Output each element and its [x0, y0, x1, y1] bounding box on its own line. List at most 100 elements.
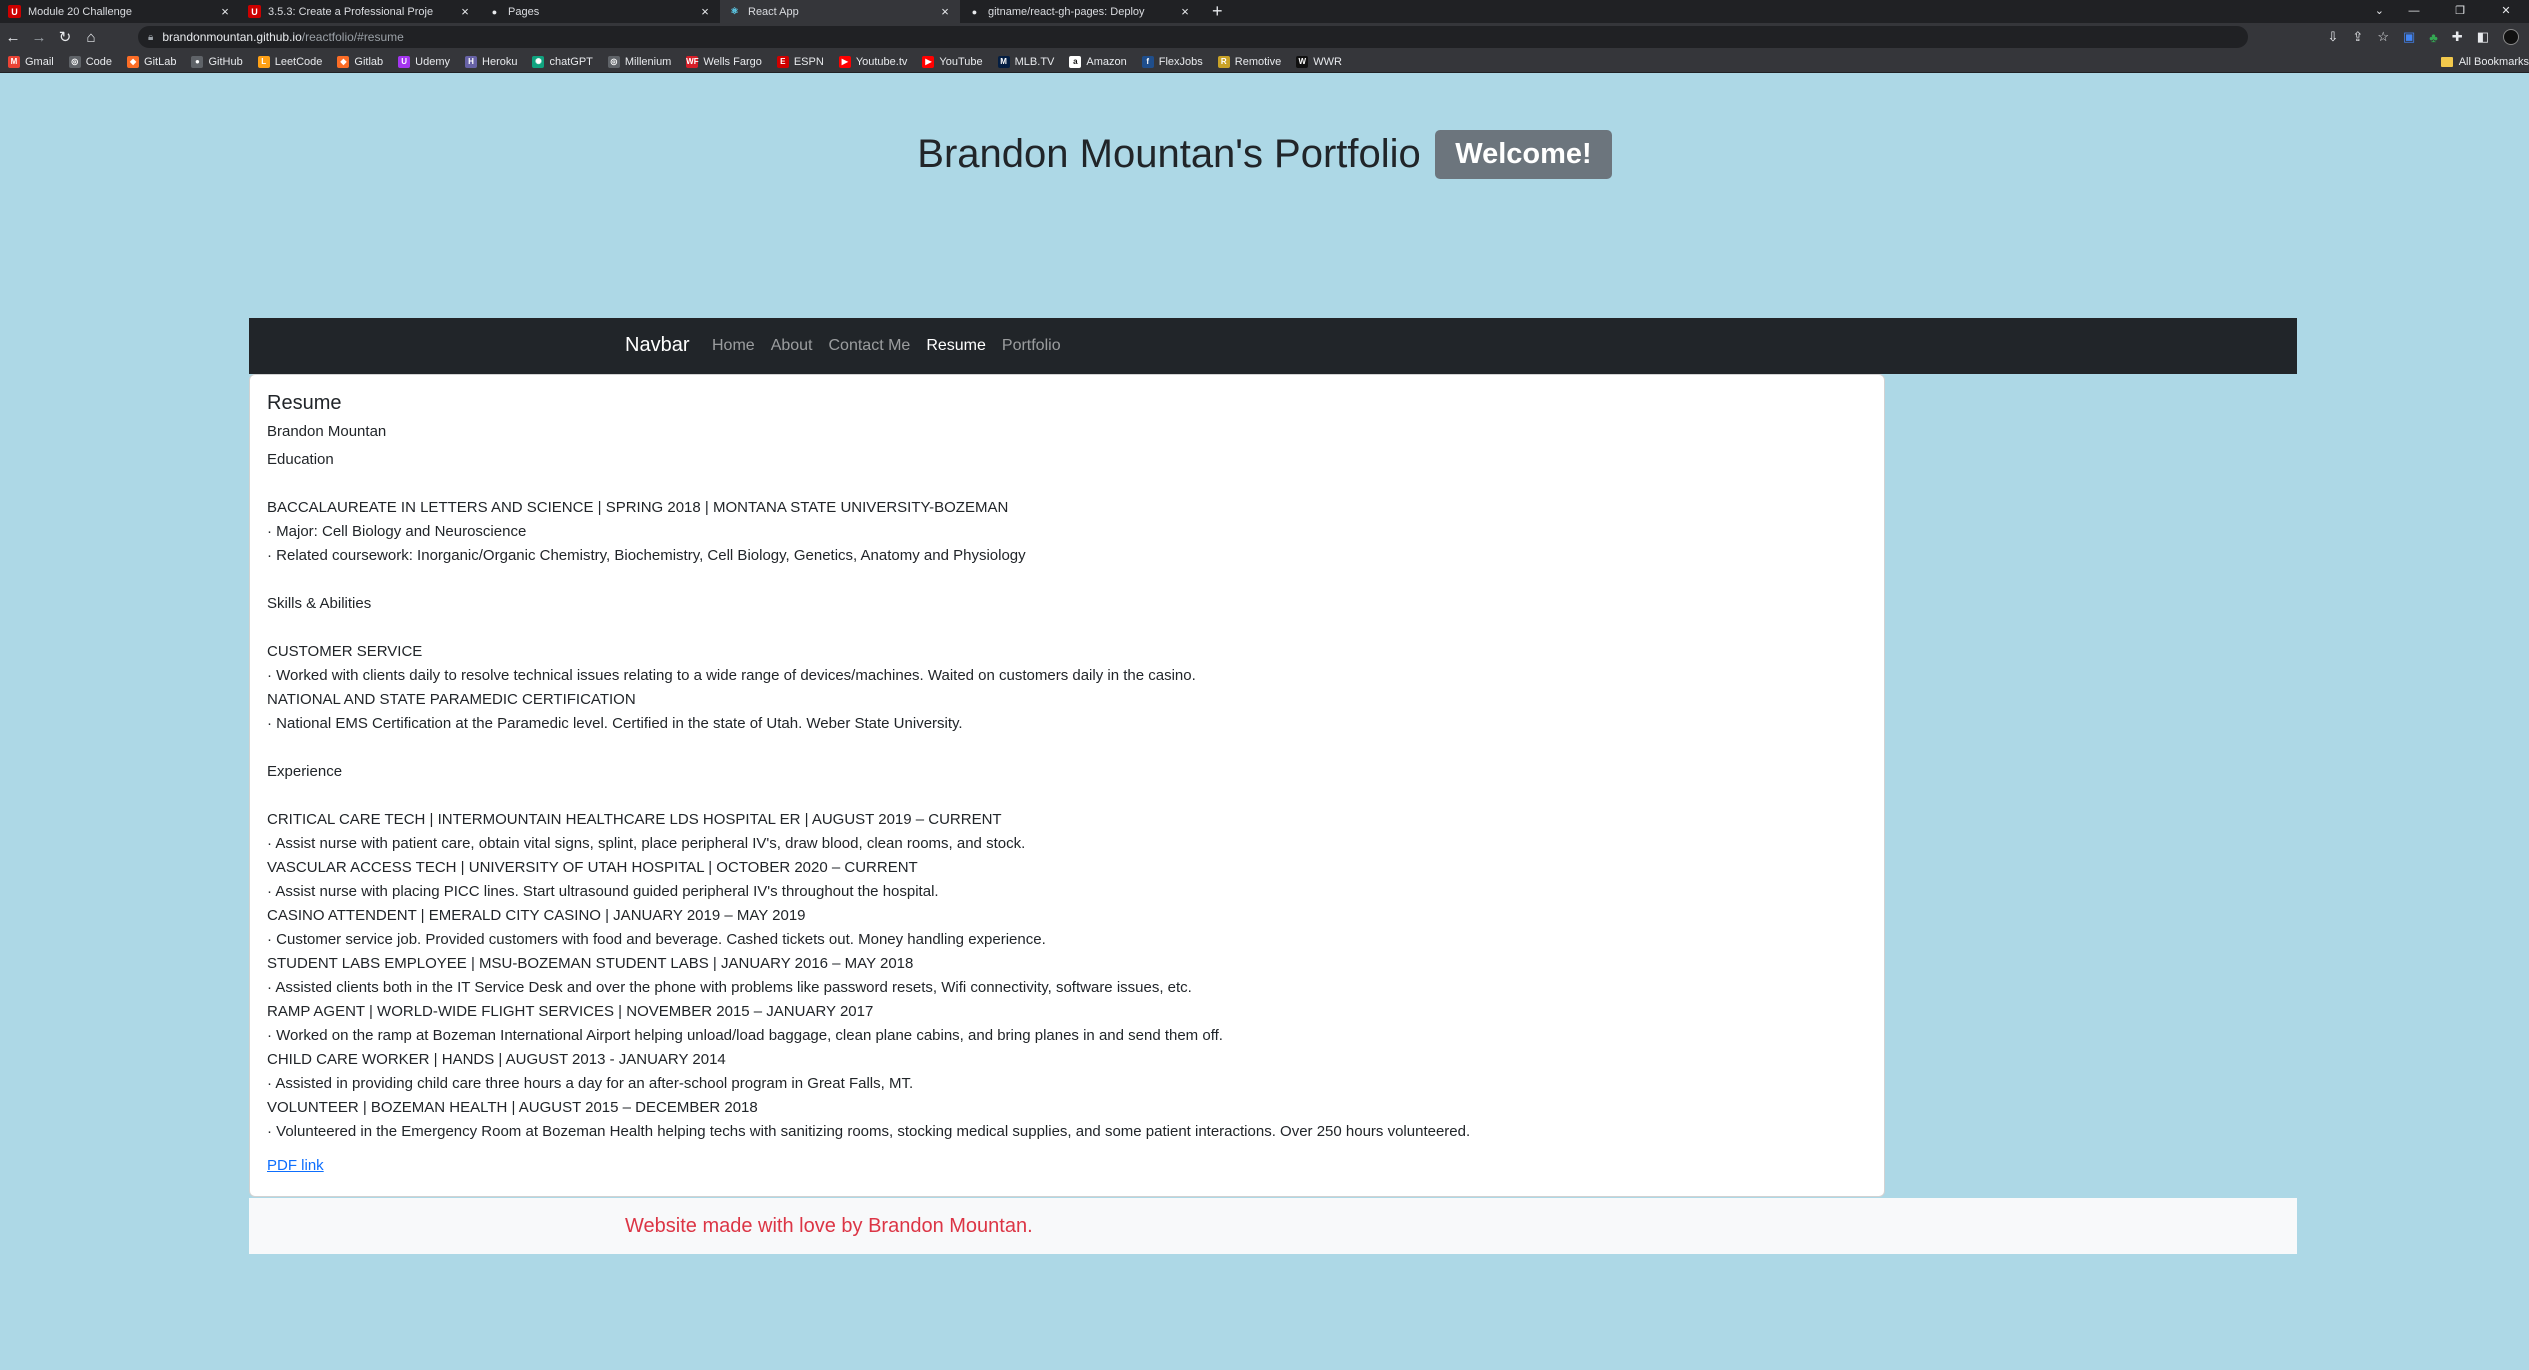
resume-line: CUSTOMER SERVICE	[267, 643, 423, 660]
bookmark-item[interactable]: WF Wells Fargo	[686, 55, 762, 68]
bookmark-item[interactable]: ▶ YouTube	[922, 55, 983, 68]
bookmark-favicon-icon: ✺	[532, 55, 545, 68]
tree-extension-icon[interactable]: ♣	[2429, 30, 2438, 45]
resume-line: VOLUNTEER | BOZEMAN HEALTH | AUGUST 2015…	[267, 1099, 758, 1116]
resume-body: Education BACCALAUREATE IN LETTERS AND SC…	[267, 448, 1867, 1144]
forward-icon[interactable]: →	[26, 29, 52, 46]
resume-line: · Assist nurse with placing PICC lines. …	[267, 883, 939, 900]
bookmark-item[interactable]: f FlexJobs	[1141, 55, 1203, 68]
extension-icon[interactable]: ▣	[2403, 29, 2415, 45]
bookmark-item[interactable]: W WWR	[1296, 55, 1342, 68]
resume-line: CASINO ATTENDENT | EMERALD CITY CASINO |…	[267, 907, 806, 924]
bookmark-favicon-icon: f	[1141, 55, 1154, 68]
bookmark-item[interactable]: ◎ Millenium	[607, 55, 671, 68]
bookmark-favicon-icon: ▶	[922, 55, 935, 68]
resume-line: Education	[267, 451, 334, 468]
bookmark-favicon-icon: ◆	[337, 55, 350, 68]
install-icon[interactable]: ⇩	[2328, 29, 2339, 45]
nav-link-resume[interactable]: Resume	[926, 337, 986, 355]
bookmark-item[interactable]: M Gmail	[8, 55, 54, 68]
tab-close-icon[interactable]: ×	[458, 4, 472, 19]
resume-line: · Worked with clients daily to resolve t…	[267, 667, 1196, 684]
bookmark-label: Wells Fargo	[703, 55, 762, 68]
browser-tab[interactable]: U 3.5.3: Create a Professional Proje ×	[240, 0, 480, 23]
share-icon[interactable]: ⇪	[2352, 29, 2363, 45]
bookmark-favicon-icon: H	[465, 55, 478, 68]
bookmark-label: LeetCode	[274, 55, 323, 68]
bookmark-item[interactable]: E ESPN	[776, 55, 824, 68]
close-window-icon[interactable]: ✕	[2483, 0, 2529, 23]
resume-line: Experience	[267, 763, 343, 780]
tab-title: 3.5.3: Create a Professional Proje	[268, 5, 434, 18]
back-icon[interactable]: ←	[0, 29, 26, 46]
tab-title: Module 20 Challenge	[28, 5, 132, 18]
browser-tab[interactable]: ⚛ React App ×	[720, 0, 960, 23]
nav-link-home[interactable]: Home	[712, 337, 755, 355]
restore-icon[interactable]: ❐	[2437, 0, 2483, 23]
bookmark-label: Gmail	[25, 55, 54, 68]
tab-close-icon[interactable]: ×	[218, 4, 232, 19]
bookmark-favicon-icon: L	[257, 55, 270, 68]
tab-close-icon[interactable]: ×	[938, 4, 952, 19]
bookmark-item[interactable]: a Amazon	[1069, 55, 1127, 68]
bookmark-item[interactable]: ◆ Gitlab	[337, 55, 383, 68]
bookmark-favicon-icon: a	[1069, 55, 1082, 68]
bookmark-list: M Gmail ◎ Code ◆ GitLab ● GitHub L LeetCode ◆ Gitla…	[8, 55, 1357, 68]
bookmark-favicon-icon: M	[8, 55, 20, 68]
bookmark-item[interactable]: ▶ Youtube.tv	[838, 55, 907, 68]
bookmark-item[interactable]: ✺ chatGPT	[532, 55, 593, 68]
tab-close-icon[interactable]: ×	[698, 4, 712, 19]
bookmarks-bar: M Gmail ◎ Code ◆ GitLab ● GitHub L LeetCode ◆ Gitla…	[0, 51, 2529, 73]
side-panel-icon[interactable]: ◧	[2477, 29, 2489, 45]
pdf-link[interactable]: PDF link	[267, 1157, 324, 1174]
address-bar[interactable]: 🔒︎ brandonmountan.github.io/reactfolio/#…	[138, 26, 2248, 48]
tab-close-icon[interactable]: ×	[1178, 4, 1192, 19]
bookmark-label: Code	[85, 55, 113, 68]
nav-link-contact-me[interactable]: Contact Me	[829, 337, 911, 355]
resume-line: BACCALAUREATE IN LETTERS AND SCIENCE | S…	[267, 499, 1009, 516]
bookmark-item[interactable]: ◎ Code	[68, 55, 113, 68]
bookmark-item[interactable]: H Heroku	[465, 55, 517, 68]
tab-search-icon[interactable]: ⌄	[2375, 0, 2384, 23]
footer-message: Website made with love by Brandon Mounta…	[625, 1215, 1033, 1237]
welcome-badge: Welcome!	[1435, 130, 1612, 179]
profile-avatar[interactable]	[2503, 29, 2519, 45]
bookmark-favicon-icon: M	[997, 55, 1010, 68]
bookmark-item[interactable]: M MLB.TV	[997, 55, 1054, 68]
bookmark-favicon-icon: U	[398, 55, 411, 68]
browser-tab[interactable]: U Module 20 Challenge ×	[0, 0, 240, 23]
bookmark-item[interactable]: U Udemy	[398, 55, 451, 68]
bookmark-item[interactable]: R Remotive	[1217, 55, 1281, 68]
bookmark-label: WWR	[1313, 55, 1342, 68]
extensions-puzzle-icon[interactable]: ✚	[2452, 29, 2463, 45]
nav-link-portfolio[interactable]: Portfolio	[1002, 337, 1061, 355]
bookmark-favicon-icon: WF	[686, 55, 699, 68]
all-bookmarks-label: All Bookmarks	[2458, 56, 2529, 68]
browser-tab[interactable]: ● Pages ×	[480, 0, 720, 23]
site-info-icon[interactable]: 🔒︎	[148, 32, 153, 43]
resume-line: STUDENT LABS EMPLOYEE | MSU-BOZEMAN STUD…	[267, 955, 914, 972]
bookmark-label: ESPN	[793, 55, 824, 68]
u-logo: U	[8, 5, 21, 18]
reload-icon[interactable]: ↻	[52, 28, 78, 46]
nav-link-about[interactable]: About	[771, 337, 813, 355]
bookmark-favicon-icon: ▶	[838, 55, 851, 68]
all-bookmarks-button[interactable]: All Bookmarks	[2440, 51, 2529, 73]
nav-links: Home About Contact Me Resume Portfolio	[712, 337, 1061, 355]
browser-tab[interactable]: ● gitname/react-gh-pages: Deploy ×	[960, 0, 1200, 23]
github-icon: ●	[491, 6, 498, 17]
bookmark-label: chatGPT	[549, 55, 593, 68]
home-icon[interactable]: ⌂	[78, 29, 104, 46]
bookmark-item[interactable]: ◆ GitLab	[127, 55, 176, 68]
bookmark-star-icon[interactable]: ☆	[2377, 29, 2389, 45]
bookmark-item[interactable]: ● GitHub	[191, 55, 243, 68]
tab-title: Pages	[508, 5, 540, 18]
new-tab-button[interactable]: +	[1212, 0, 1223, 23]
navbar-brand[interactable]: Navbar	[625, 334, 689, 357]
minimize-icon[interactable]: —	[2391, 0, 2437, 23]
bookmark-item[interactable]: L LeetCode	[257, 55, 323, 68]
resume-line: Skills & Abilities	[267, 595, 372, 612]
bookmark-label: Udemy	[415, 55, 451, 68]
bookmark-label: Amazon	[1086, 55, 1127, 68]
